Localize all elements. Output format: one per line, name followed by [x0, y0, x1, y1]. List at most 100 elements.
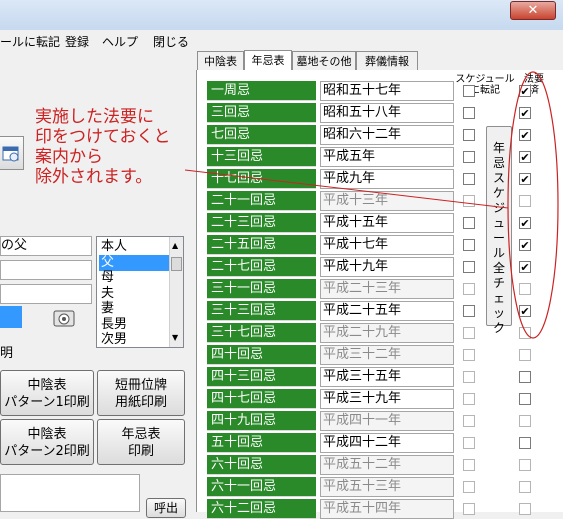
- schedule-checkbox[interactable]: [463, 129, 475, 141]
- done-checkbox[interactable]: [519, 349, 531, 361]
- row-date-field[interactable]: 昭和五十七年: [320, 81, 454, 101]
- schedule-checkbox[interactable]: [463, 217, 475, 229]
- row-date-field[interactable]: 平成十五年: [320, 213, 454, 233]
- schedule-checkbox[interactable]: [463, 283, 475, 295]
- listbox-item[interactable]: 父: [99, 254, 169, 271]
- listbox-item[interactable]: 妻: [99, 301, 169, 317]
- done-checkbox[interactable]: ✔: [519, 305, 531, 317]
- done-checkbox[interactable]: ✔: [519, 107, 531, 119]
- schedule-checkbox[interactable]: [463, 239, 475, 251]
- done-checkbox[interactable]: [519, 437, 531, 449]
- row-date-field[interactable]: 平成十九年: [320, 257, 454, 277]
- schedule-checkbox[interactable]: [463, 393, 475, 405]
- done-checkbox[interactable]: [519, 283, 531, 295]
- schedule-checkbox[interactable]: [463, 107, 475, 119]
- menu-help[interactable]: ヘルプ: [102, 33, 138, 50]
- print-chuin-pattern2-button[interactable]: 中陰表 パターン2印刷: [0, 419, 94, 465]
- print-chuin-pattern1-button[interactable]: 中陰表 パターン1印刷: [0, 370, 94, 416]
- row-date-field[interactable]: 平成四十二年: [320, 433, 454, 453]
- close-icon: ✕: [527, 3, 539, 18]
- schedule-checkbox[interactable]: [463, 195, 475, 207]
- done-checkbox[interactable]: [519, 481, 531, 493]
- done-checkbox[interactable]: ✔: [519, 151, 531, 163]
- row-date-field[interactable]: 平成五十四年: [320, 499, 454, 519]
- row-date-field[interactable]: 平成五十二年: [320, 455, 454, 475]
- relationship-listbox[interactable]: 本人父母夫妻長男 次男 ▲ ▼: [96, 236, 184, 348]
- schedule-checkbox[interactable]: [463, 151, 475, 163]
- annotation-text: 実施した法要に 印をつけておくと 案内から 除外されます。: [35, 107, 225, 187]
- close-button[interactable]: ✕: [510, 1, 556, 20]
- scroll-down-icon[interactable]: ▼: [172, 333, 178, 342]
- done-checkbox[interactable]: ✔: [519, 85, 531, 97]
- tab-chuin[interactable]: 中陰表: [197, 51, 244, 71]
- schedule-checkbox[interactable]: [463, 305, 475, 317]
- tab-sogi[interactable]: 葬儀情報: [356, 51, 418, 71]
- done-checkbox[interactable]: ✔: [519, 261, 531, 273]
- done-checkbox[interactable]: ✔: [519, 217, 531, 229]
- check-all-schedule-button[interactable]: 年忌スケジュール全チェック: [486, 126, 512, 335]
- row-date-field[interactable]: 平成三十二年: [320, 345, 454, 365]
- schedule-checkbox[interactable]: [463, 371, 475, 383]
- tab-nenki[interactable]: 年忌表: [244, 50, 292, 71]
- schedule-checkbox[interactable]: [463, 503, 475, 515]
- schedule-checkbox[interactable]: [463, 173, 475, 185]
- scroll-thumb[interactable]: [171, 257, 182, 271]
- schedule-checkbox[interactable]: [463, 437, 475, 449]
- row-date-field[interactable]: 平成二十五年: [320, 301, 454, 321]
- menu-register[interactable]: 登録: [65, 33, 89, 50]
- menu-close[interactable]: 閉じる: [153, 33, 189, 50]
- listbox-item[interactable]: 長男: [99, 317, 169, 333]
- text-field-3[interactable]: [0, 284, 92, 304]
- annotation-line: 印をつけておくと: [35, 127, 171, 147]
- listbox-item[interactable]: 本人: [99, 239, 169, 255]
- selected-item[interactable]: [0, 306, 22, 328]
- menu-bar: ールに転記 登録 ヘルプ 閉じる: [0, 30, 563, 50]
- menu-transfer[interactable]: ールに転記: [0, 33, 60, 50]
- row-date-field[interactable]: 昭和五十八年: [320, 103, 454, 123]
- row-date-field[interactable]: 平成三十九年: [320, 389, 454, 409]
- schedule-checkbox[interactable]: [463, 261, 475, 273]
- schedule-checkbox[interactable]: [463, 415, 475, 427]
- row-date-field[interactable]: 平成五年: [320, 147, 454, 167]
- print-nenki-button[interactable]: 年忌表 印刷: [97, 419, 185, 465]
- done-checkbox[interactable]: [519, 371, 531, 383]
- memo-area[interactable]: [0, 474, 140, 512]
- row-date-field[interactable]: 平成二十三年: [320, 279, 454, 299]
- done-checkbox[interactable]: [519, 327, 531, 339]
- row-date-field[interactable]: 平成四十一年: [320, 411, 454, 431]
- done-checkbox[interactable]: [519, 503, 531, 515]
- done-checkbox[interactable]: ✔: [519, 129, 531, 141]
- calendar-button[interactable]: [0, 136, 24, 170]
- done-checkbox[interactable]: [519, 393, 531, 405]
- print-tanzaku-button[interactable]: 短冊位牌 用紙印刷: [97, 370, 185, 416]
- schedule-checkbox[interactable]: [463, 85, 475, 97]
- row-date-field[interactable]: 昭和六十二年: [320, 125, 454, 145]
- row-date-field[interactable]: 平成三十五年: [320, 367, 454, 387]
- camera-button[interactable]: [50, 306, 80, 330]
- listbox-item[interactable]: 母: [99, 270, 169, 286]
- done-checkbox[interactable]: ✔: [519, 173, 531, 185]
- done-checkbox[interactable]: [519, 195, 531, 207]
- row-date-field[interactable]: 平成十七年: [320, 235, 454, 255]
- scroll-up-icon[interactable]: ▲: [172, 241, 178, 250]
- recall-button[interactable]: 呼出: [146, 498, 186, 518]
- schedule-checkbox[interactable]: [463, 459, 475, 471]
- row-label: 五十回忌: [207, 433, 316, 453]
- schedule-checkbox[interactable]: [463, 349, 475, 361]
- row-label: 二十五回忌: [207, 235, 316, 255]
- row-date-field[interactable]: 平成九年: [320, 169, 454, 189]
- listbox-item[interactable]: 夫: [99, 286, 169, 302]
- done-checkbox[interactable]: [519, 459, 531, 471]
- tab-bochi[interactable]: 墓地その他: [292, 51, 356, 71]
- row-date-field[interactable]: 平成五十三年: [320, 477, 454, 497]
- name-field[interactable]: の父: [0, 236, 92, 256]
- text-field-2[interactable]: [0, 260, 92, 280]
- row-date-field[interactable]: 平成十三年: [320, 191, 454, 211]
- listbox-item[interactable]: 次男: [99, 332, 169, 348]
- listbox-scrollbar[interactable]: ▲ ▼: [169, 237, 183, 347]
- done-checkbox[interactable]: [519, 415, 531, 427]
- row-date-field[interactable]: 平成二十九年: [320, 323, 454, 343]
- done-checkbox[interactable]: ✔: [519, 239, 531, 251]
- schedule-checkbox[interactable]: [463, 481, 475, 493]
- schedule-checkbox[interactable]: [463, 327, 475, 339]
